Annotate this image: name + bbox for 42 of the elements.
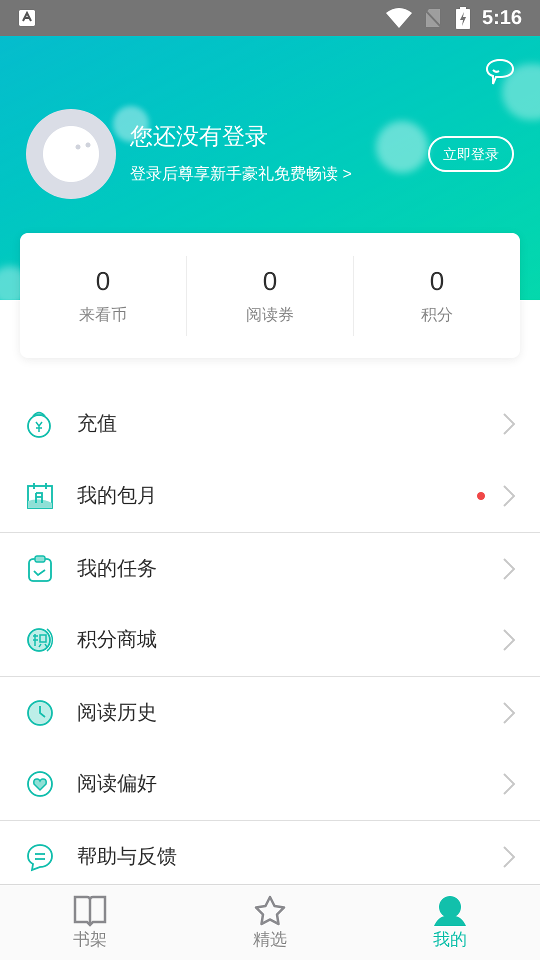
notification-icon xyxy=(18,9,36,27)
stat-label: 阅读券 xyxy=(246,306,294,326)
book-icon xyxy=(73,895,107,927)
stat-label: 来看币 xyxy=(79,306,127,326)
menu-label: 阅读偏好 xyxy=(77,772,158,797)
menu-item[interactable]: 积分商城 xyxy=(0,604,540,676)
menu-label: 帮助与反馈 xyxy=(77,844,178,870)
person-icon xyxy=(433,895,467,927)
chevron-right-icon xyxy=(503,846,515,868)
chevron-right-icon xyxy=(503,485,515,507)
stat-value: 0 xyxy=(262,264,278,298)
menu-label: 积分商城 xyxy=(77,628,158,653)
menu-label: 我的包月 xyxy=(77,484,158,509)
menu-item[interactable]: 充值 xyxy=(0,388,540,460)
menu-item[interactable]: 我的包月 xyxy=(0,460,540,532)
stat-value: 0 xyxy=(430,264,444,298)
menu-label: 我的任务 xyxy=(77,556,158,582)
wifi-icon xyxy=(386,8,412,28)
chevron-right-icon xyxy=(503,702,515,724)
points-coin-icon xyxy=(25,625,55,655)
clock-icon xyxy=(25,698,55,728)
menu-label: 阅读历史 xyxy=(77,700,158,726)
stat-label: 积分 xyxy=(421,306,453,326)
star-icon xyxy=(253,895,287,927)
chevron-right-icon xyxy=(503,629,515,651)
calendar-icon xyxy=(25,481,55,511)
stat-value: 0 xyxy=(96,264,110,298)
no-sim-icon xyxy=(424,8,442,28)
menu-item[interactable]: 阅读历史 xyxy=(0,676,540,748)
menu-item[interactable]: 阅读偏好 xyxy=(0,748,540,820)
menu-item[interactable]: 我的任务 xyxy=(0,532,540,604)
clock: 5:16 xyxy=(482,6,522,31)
chat-icon[interactable] xyxy=(485,58,515,86)
login-prompt-title: 您还没有登录 xyxy=(130,122,268,151)
speech-bubble-icon xyxy=(25,842,55,872)
battery-icon xyxy=(456,7,470,29)
chevron-right-icon xyxy=(503,413,515,435)
bubble xyxy=(376,121,428,173)
chevron-right-icon xyxy=(503,558,515,580)
clipboard-check-icon xyxy=(25,554,55,584)
menu-label: 充值 xyxy=(77,412,118,437)
chevron-right-icon xyxy=(503,773,515,795)
